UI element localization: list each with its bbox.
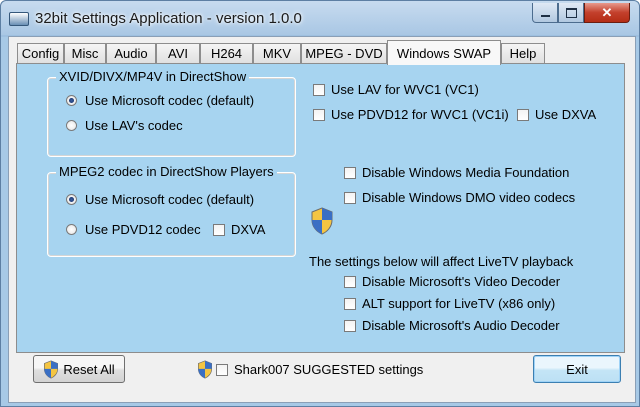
title-bar[interactable]: 32bit Settings Application - version 1.0…	[1, 1, 639, 35]
disable-video-decoder-label: Disable Microsoft's Video Decoder	[362, 274, 561, 289]
disable-wmf-checkbox[interactable]: Disable Windows Media Foundation	[344, 165, 569, 180]
radio-selected[interactable]	[66, 95, 77, 106]
checkbox[interactable]	[216, 363, 228, 376]
tab-avi[interactable]: AVI	[156, 43, 200, 63]
xvid-option-microsoft-label: Use Microsoft codec (default)	[85, 93, 255, 108]
radio-unselected[interactable]	[66, 120, 77, 131]
checkbox[interactable]	[344, 166, 356, 179]
window-title: 32bit Settings Application - version 1.0…	[35, 10, 302, 27]
pdvd-wvc1-label: Use PDVD12 for WVC1 (VC1i)	[331, 107, 509, 122]
xvid-option-lav[interactable]: Use LAV's codec	[66, 118, 183, 133]
suggested-settings-label: Shark007 SUGGESTED settings	[234, 362, 424, 377]
checkbox[interactable]	[344, 191, 356, 204]
suggested-settings-checkbox[interactable]: Shark007 SUGGESTED settings	[197, 360, 423, 379]
mpeg2-option-pdvd-label: Use PDVD12 codec	[85, 222, 201, 237]
windows-swap-panel: XVID/DIVX/MP4V in DirectShow Use Microso…	[16, 63, 625, 353]
minimize-button[interactable]	[532, 3, 558, 23]
disable-video-decoder-checkbox[interactable]: Disable Microsoft's Video Decoder	[344, 274, 560, 289]
uac-shield-icon	[198, 360, 212, 379]
tab-windows-swap[interactable]: Windows SWAP	[387, 40, 501, 65]
reset-all-label: Reset All	[63, 361, 115, 377]
app-window: 32bit Settings Application - version 1.0…	[0, 0, 640, 407]
mpeg2-groupbox: MPEG2 codec in DirectShow Players Use Mi…	[47, 164, 296, 257]
xvid-option-lav-label: Use LAV's codec	[85, 118, 183, 133]
mpeg2-option-microsoft-label: Use Microsoft codec (default)	[85, 192, 255, 207]
disable-audio-decoder-label: Disable Microsoft's Audio Decoder	[362, 318, 560, 333]
tab-help[interactable]: Help	[501, 43, 545, 63]
disable-dmo-checkbox[interactable]: Disable Windows DMO video codecs	[344, 190, 575, 205]
checkbox[interactable]	[313, 108, 325, 121]
checkbox[interactable]	[313, 83, 325, 96]
mpeg2-option-pdvd[interactable]: Use PDVD12 codec	[66, 222, 201, 237]
minimize-icon	[540, 14, 550, 17]
mpeg2-dxva-label: DXVA	[231, 222, 266, 237]
lav-wvc1-checkbox[interactable]: Use LAV for WVC1 (VC1)	[313, 82, 479, 97]
tab-mkv[interactable]: MKV	[253, 43, 301, 63]
tab-config[interactable]: Config	[17, 43, 64, 63]
xvid-option-microsoft[interactable]: Use Microsoft codec (default)	[66, 93, 254, 108]
reset-all-button[interactable]: Reset All	[33, 355, 125, 383]
maximize-icon	[565, 7, 577, 18]
checkbox[interactable]	[344, 275, 356, 288]
radio-selected[interactable]	[66, 194, 77, 205]
tab-misc[interactable]: Misc	[64, 43, 106, 63]
xvid-groupbox: XVID/DIVX/MP4V in DirectShow Use Microso…	[47, 69, 296, 157]
checkbox[interactable]	[344, 319, 356, 332]
xvid-group-title: XVID/DIVX/MP4V in DirectShow	[56, 69, 250, 84]
pdvd-wvc1-checkbox[interactable]: Use PDVD12 for WVC1 (VC1i)	[313, 107, 509, 122]
mpeg2-dxva-checkbox[interactable]: DXVA	[213, 222, 265, 237]
checkbox[interactable]	[517, 108, 529, 121]
close-button[interactable]: ✕	[584, 3, 630, 23]
mpeg2-group-title: MPEG2 codec in DirectShow Players	[56, 164, 277, 179]
tab-audio[interactable]: Audio	[106, 43, 156, 63]
uac-shield-icon	[311, 207, 333, 235]
disable-dmo-label: Disable Windows DMO video codecs	[362, 190, 576, 205]
alt-support-checkbox[interactable]: ALT support for LiveTV (x86 only)	[344, 296, 555, 311]
uac-shield-icon	[44, 359, 59, 379]
app-icon	[9, 12, 29, 26]
wvc1-dxva-checkbox[interactable]: Use DXVA	[517, 107, 596, 122]
disable-wmf-label: Disable Windows Media Foundation	[362, 165, 570, 180]
close-icon: ✕	[601, 4, 613, 20]
wvc1-dxva-label: Use DXVA	[535, 107, 597, 122]
lav-wvc1-label: Use LAV for WVC1 (VC1)	[331, 82, 479, 97]
tab-mpeg-dvd[interactable]: MPEG - DVD	[301, 43, 387, 63]
exit-button[interactable]: Exit	[533, 355, 621, 383]
checkbox[interactable]	[344, 297, 356, 310]
radio-unselected[interactable]	[66, 224, 77, 235]
tab-h264[interactable]: H264	[200, 43, 253, 63]
disable-audio-decoder-checkbox[interactable]: Disable Microsoft's Audio Decoder	[344, 318, 560, 333]
livetv-heading: The settings below will affect LiveTV pl…	[309, 254, 574, 269]
mpeg2-option-microsoft[interactable]: Use Microsoft codec (default)	[66, 192, 254, 207]
maximize-button[interactable]	[558, 3, 584, 23]
client-area: Config Misc Audio AVI H264 MKV MPEG - DV…	[8, 36, 636, 403]
alt-support-label: ALT support for LiveTV (x86 only)	[362, 296, 556, 311]
checkbox[interactable]	[213, 223, 225, 236]
